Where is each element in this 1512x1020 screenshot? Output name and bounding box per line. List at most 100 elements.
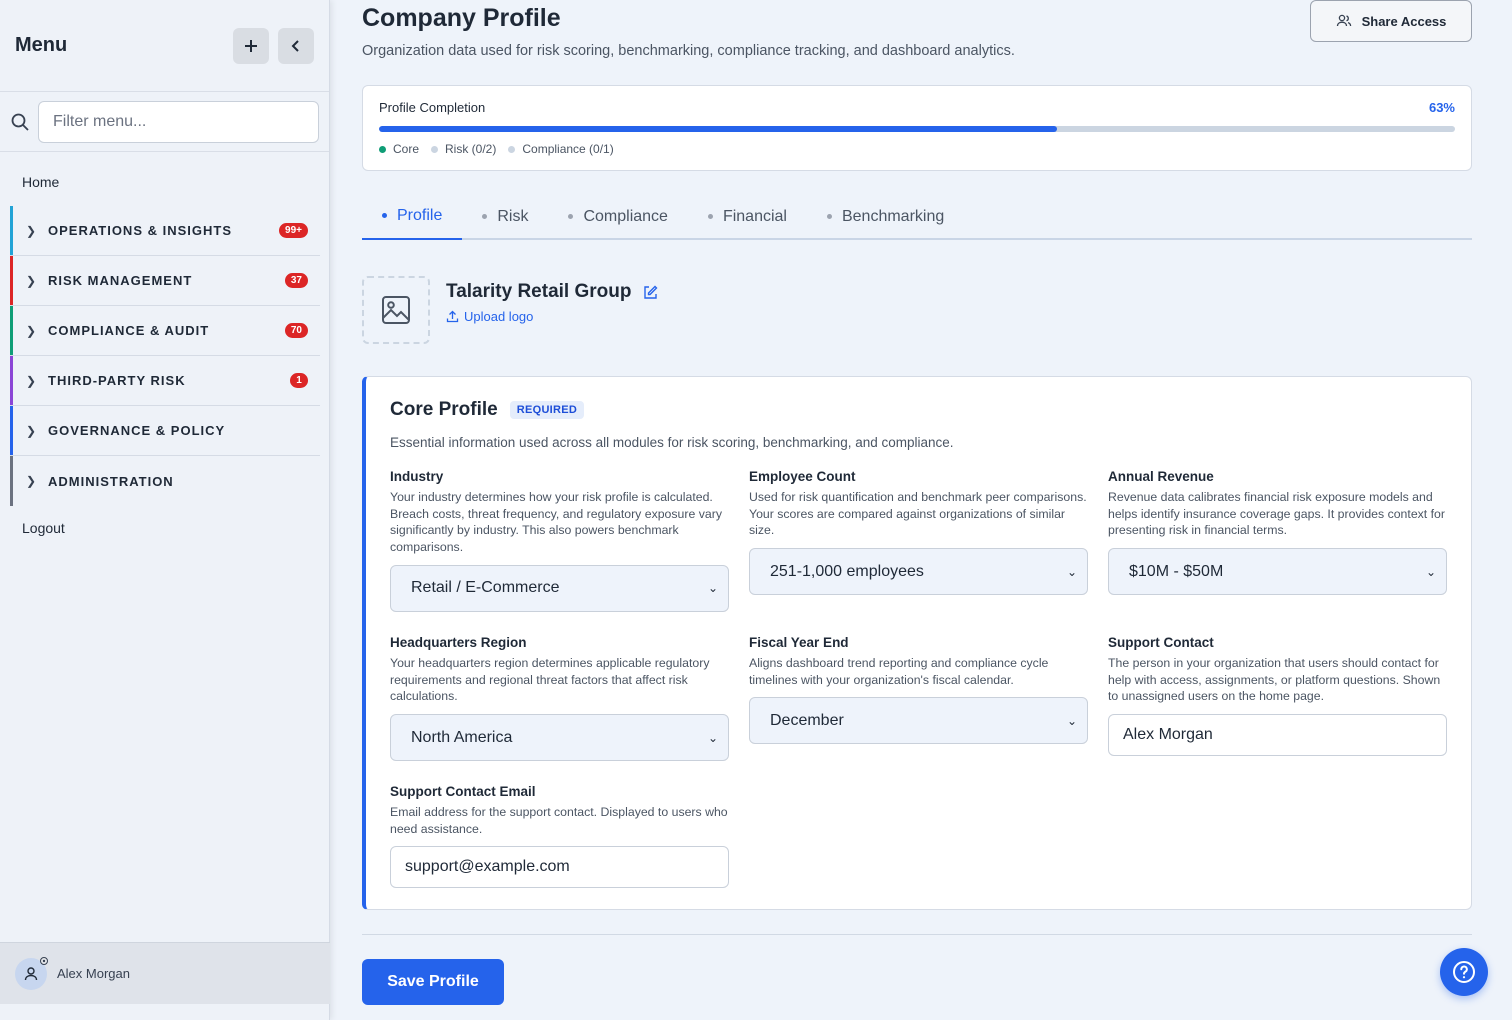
select-value: 251-1,000 employees bbox=[770, 562, 924, 580]
scrollbar[interactable] bbox=[1504, 0, 1512, 1020]
nav-governance-policy[interactable]: ❯ GOVERNANCE & POLICY bbox=[10, 406, 320, 456]
employee-count-field: Employee Count Used for risk quantificat… bbox=[749, 469, 1088, 596]
nav-label: COMPLIANCE & AUDIT bbox=[48, 323, 210, 338]
nav-third-party-risk[interactable]: ❯ THIRD-PARTY RISK 1 bbox=[10, 356, 320, 406]
upload-logo-label: Upload logo bbox=[464, 309, 534, 324]
field-label: Support Contact bbox=[1108, 635, 1214, 650]
tab-financial[interactable]: Financial bbox=[688, 193, 807, 240]
help-icon bbox=[1453, 961, 1475, 983]
edit-icon[interactable] bbox=[643, 285, 658, 300]
page-title: Company Profile bbox=[362, 4, 561, 32]
nav-accent-bar bbox=[10, 306, 13, 355]
status-dot bbox=[431, 145, 439, 153]
nav-accent-bar bbox=[10, 256, 13, 305]
share-access-button[interactable]: Share Access bbox=[1310, 0, 1472, 42]
help-button[interactable] bbox=[1440, 948, 1488, 996]
completion-progress-fill bbox=[379, 126, 1057, 132]
completion-label: Profile Completion bbox=[379, 100, 486, 115]
field-label: Headquarters Region bbox=[390, 635, 527, 650]
organization-header: Talarity Retail Group Upload logo bbox=[362, 276, 658, 344]
collapse-sidebar-button[interactable] bbox=[278, 27, 314, 64]
nav-operations-insights[interactable]: ❯ OPERATIONS & INSIGHTS 99+ bbox=[10, 206, 320, 256]
profile-tabs: Profile Risk Compliance Financial Benchm… bbox=[362, 193, 1472, 240]
field-help: Aligns dashboard trend reporting and com… bbox=[749, 656, 1049, 687]
count-badge: 99+ bbox=[279, 223, 308, 238]
completion-legend: Core Risk (0/2) Compliance (0/1) bbox=[379, 142, 1455, 156]
legend-label: Risk (0/2) bbox=[445, 142, 497, 156]
nav-compliance-audit[interactable]: ❯ COMPLIANCE & AUDIT 70 bbox=[10, 306, 320, 356]
tab-profile[interactable]: Profile bbox=[362, 193, 463, 240]
organization-name: Talarity Retail Group bbox=[446, 281, 632, 302]
legend-label: Core bbox=[393, 142, 420, 156]
chevron-right-icon: ❯ bbox=[26, 474, 37, 488]
tab-dot bbox=[707, 214, 713, 219]
tab-dot bbox=[382, 213, 387, 218]
upload-icon bbox=[446, 310, 459, 323]
field-label: Fiscal Year End bbox=[749, 635, 849, 650]
support-email-input[interactable]: support@example.com bbox=[390, 846, 729, 889]
add-button[interactable] bbox=[233, 27, 269, 64]
chevron-right-icon: ❯ bbox=[26, 273, 37, 288]
user-name: Alex Morgan bbox=[57, 966, 130, 981]
tab-dot bbox=[568, 214, 574, 219]
nav-label: RISK MANAGEMENT bbox=[48, 273, 193, 288]
share-access-label: Share Access bbox=[1361, 13, 1447, 29]
chevron-right-icon: ❯ bbox=[26, 223, 37, 238]
tab-compliance[interactable]: Compliance bbox=[548, 193, 687, 240]
tab-label: Compliance bbox=[583, 207, 668, 225]
chevron-down-icon: ⌄ bbox=[707, 730, 718, 745]
support-contact-field: Support Contact The person in your organ… bbox=[1108, 635, 1447, 757]
status-dot bbox=[508, 145, 516, 153]
sidebar-title: Menu bbox=[15, 34, 68, 56]
logo-placeholder[interactable] bbox=[362, 276, 430, 344]
upload-logo-link[interactable]: Upload logo bbox=[446, 309, 658, 324]
chevron-left-icon bbox=[291, 39, 299, 52]
image-icon bbox=[382, 296, 410, 324]
tab-label: Benchmarking bbox=[841, 207, 945, 225]
legend-compliance: Compliance (0/1) bbox=[508, 142, 614, 156]
tab-risk[interactable]: Risk bbox=[462, 193, 548, 240]
annual-revenue-select[interactable]: $10M - $50M ⌄ bbox=[1108, 548, 1447, 596]
field-label: Employee Count bbox=[749, 469, 856, 484]
nav-label: ADMINISTRATION bbox=[48, 473, 174, 489]
field-label: Support Contact Email bbox=[390, 784, 536, 799]
fiscal-year-end-field: Fiscal Year End Aligns dashboard trend r… bbox=[749, 635, 1088, 745]
annual-revenue-field: Annual Revenue Revenue data calibrates f… bbox=[1108, 469, 1447, 596]
tab-benchmarking[interactable]: Benchmarking bbox=[807, 193, 964, 240]
field-help: Your industry determines how your risk p… bbox=[390, 490, 722, 555]
field-label: Annual Revenue bbox=[1108, 469, 1214, 484]
count-badge: 70 bbox=[284, 323, 308, 338]
select-value: December bbox=[770, 711, 844, 729]
nav-logout[interactable]: Logout bbox=[0, 506, 329, 550]
field-help: The person in your organization that use… bbox=[1108, 656, 1441, 704]
fiscal-year-end-select[interactable]: December ⌄ bbox=[749, 697, 1088, 745]
tab-label: Risk bbox=[497, 207, 529, 225]
user-profile[interactable]: Alex Morgan bbox=[0, 942, 330, 1004]
required-badge: REQUIRED bbox=[509, 401, 585, 419]
divider bbox=[362, 934, 1472, 935]
section-description: Essential information used across all mo… bbox=[390, 435, 954, 450]
select-value: North America bbox=[411, 728, 513, 746]
employee-count-select[interactable]: 251-1,000 employees ⌄ bbox=[749, 548, 1088, 596]
count-badge: 1 bbox=[290, 373, 308, 388]
industry-select[interactable]: Retail / E-Commerce ⌄ bbox=[390, 564, 729, 612]
nav-label: THIRD-PARTY RISK bbox=[48, 373, 186, 388]
support-contact-input[interactable]: Alex Morgan bbox=[1108, 714, 1447, 757]
nav-administration[interactable]: ❯ ADMINISTRATION bbox=[10, 456, 320, 506]
section-title: Core Profile bbox=[390, 399, 498, 420]
nav-accent-bar bbox=[10, 356, 13, 405]
chevron-right-icon: ❯ bbox=[26, 423, 37, 438]
nav-home[interactable]: Home bbox=[0, 152, 329, 206]
headquarters-region-select[interactable]: North America ⌄ bbox=[390, 714, 729, 762]
page-subtitle: Organization data used for risk scoring,… bbox=[362, 43, 1015, 59]
field-help: Your headquarters region determines appl… bbox=[390, 656, 710, 704]
nav-accent-bar bbox=[10, 206, 13, 255]
sidebar-search bbox=[0, 92, 329, 152]
select-value: Retail / E-Commerce bbox=[411, 579, 560, 597]
filter-menu-input[interactable] bbox=[38, 100, 319, 143]
field-help: Revenue data calibrates financial risk e… bbox=[1108, 490, 1445, 538]
field-label: Industry bbox=[390, 469, 444, 484]
nav-risk-management[interactable]: ❯ RISK MANAGEMENT 37 bbox=[10, 256, 320, 306]
tab-label: Profile bbox=[397, 206, 443, 224]
save-profile-button[interactable]: Save Profile bbox=[362, 959, 504, 1005]
